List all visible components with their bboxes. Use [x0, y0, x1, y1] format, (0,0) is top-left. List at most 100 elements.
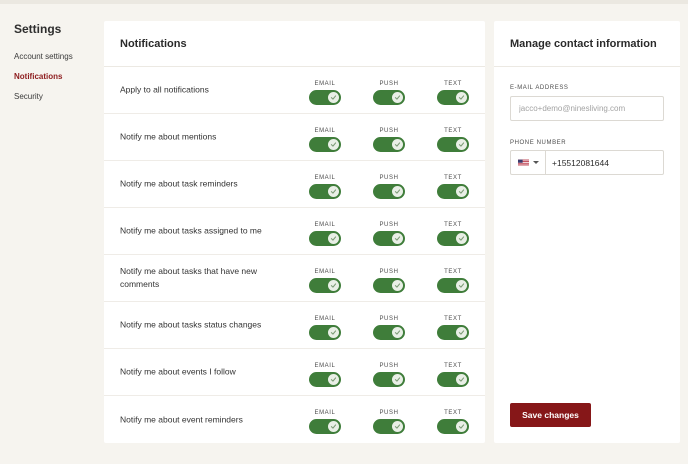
text-column-label: TEXT	[444, 410, 462, 416]
phone-field-label: PHONE NUMBER	[510, 140, 567, 146]
push-toggle-group: PUSH	[372, 315, 406, 340]
email-column-label: EMAIL	[314, 316, 336, 322]
check-icon	[456, 139, 467, 150]
check-icon	[456, 421, 467, 432]
email-column-label: EMAIL	[314, 410, 336, 416]
us-flag-icon	[517, 159, 529, 166]
save-changes-button[interactable]: Save changes	[510, 403, 591, 427]
text-column-label: TEXT	[444, 316, 462, 322]
text-toggle-group: TEXT	[436, 409, 470, 434]
check-icon	[392, 186, 403, 197]
email-column-label: EMAIL	[314, 222, 336, 228]
email-toggle[interactable]	[309, 231, 341, 246]
check-icon	[328, 233, 339, 244]
notification-row: Notify me about events I follow EMAIL PUSH…	[104, 349, 485, 396]
sidebar-title: Settings	[14, 22, 62, 36]
notification-row-label: Notify me about event reminders	[120, 414, 243, 424]
check-icon	[456, 92, 467, 103]
contact-panel: Manage contact information E-MAIL ADDRES…	[494, 21, 680, 443]
text-column-label: TEXT	[444, 222, 462, 228]
push-toggle-group: PUSH	[372, 174, 406, 199]
check-icon	[456, 374, 467, 385]
check-icon	[392, 92, 403, 103]
push-toggle-group: PUSH	[372, 362, 406, 387]
email-column-label: EMAIL	[314, 128, 336, 134]
push-toggle[interactable]	[373, 419, 405, 434]
email-toggle[interactable]	[309, 137, 341, 152]
phone-input[interactable]	[546, 151, 663, 174]
text-toggle-group: TEXT	[436, 315, 470, 340]
text-toggle-group: TEXT	[436, 174, 470, 199]
push-column-label: PUSH	[379, 269, 399, 275]
email-column-label: EMAIL	[314, 81, 336, 87]
push-toggle[interactable]	[373, 90, 405, 105]
text-column-label: TEXT	[444, 128, 462, 134]
check-icon	[328, 186, 339, 197]
notification-row-label: Notify me about mentions	[120, 131, 217, 142]
notification-row-label: Notify me about tasks status changes	[120, 319, 262, 330]
text-column-label: TEXT	[444, 269, 462, 275]
text-toggle[interactable]	[437, 137, 469, 152]
check-icon	[328, 327, 339, 338]
check-icon	[456, 280, 467, 291]
text-toggle[interactable]	[437, 90, 469, 105]
email-toggle-group: EMAIL	[308, 174, 342, 199]
check-icon	[392, 233, 403, 244]
text-toggle[interactable]	[437, 325, 469, 340]
sidebar-item-account-settings[interactable]: Account settings	[14, 50, 98, 70]
email-field[interactable]	[510, 96, 664, 121]
notification-row: Apply to all notifications EMAIL PUSH TEXT	[104, 67, 485, 114]
push-column-label: PUSH	[379, 175, 399, 181]
email-toggle[interactable]	[309, 372, 341, 387]
email-toggle[interactable]	[309, 90, 341, 105]
notification-row: Notify me about mentions EMAIL PUSH TEXT	[104, 114, 485, 161]
notification-row-label: Notify me about tasks assigned to me	[120, 225, 262, 236]
email-toggle-group: EMAIL	[308, 127, 342, 152]
top-strip	[0, 0, 688, 4]
push-toggle[interactable]	[373, 184, 405, 199]
text-toggle[interactable]	[437, 372, 469, 387]
push-toggle[interactable]	[373, 231, 405, 246]
text-toggle-group: TEXT	[436, 221, 470, 246]
text-toggle[interactable]	[437, 184, 469, 199]
check-icon	[456, 186, 467, 197]
notifications-panel: Notifications Apply to all notifications…	[104, 21, 485, 443]
push-toggle[interactable]	[373, 325, 405, 340]
push-toggle-group: PUSH	[372, 409, 406, 434]
notification-row: Notify me about tasks status changes EMAI…	[104, 302, 485, 349]
text-toggle[interactable]	[437, 278, 469, 293]
push-column-label: PUSH	[379, 222, 399, 228]
email-toggle[interactable]	[309, 184, 341, 199]
email-toggle-group: EMAIL	[308, 409, 342, 434]
text-toggle[interactable]	[437, 231, 469, 246]
push-toggle[interactable]	[373, 278, 405, 293]
check-icon	[392, 139, 403, 150]
sidebar-item-security[interactable]: Security	[14, 90, 98, 110]
check-icon	[392, 421, 403, 432]
email-toggle[interactable]	[309, 325, 341, 340]
push-toggle-group: PUSH	[372, 80, 406, 105]
email-toggle[interactable]	[309, 278, 341, 293]
contact-title: Manage contact information	[510, 37, 657, 50]
push-toggle-group: PUSH	[372, 127, 406, 152]
text-toggle-group: TEXT	[436, 268, 470, 293]
email-toggle[interactable]	[309, 419, 341, 434]
text-column-label: TEXT	[444, 363, 462, 369]
settings-sidebar: Settings Account settings Notifications …	[14, 22, 98, 110]
email-toggle-group: EMAIL	[308, 80, 342, 105]
check-icon	[392, 280, 403, 291]
push-toggle[interactable]	[373, 372, 405, 387]
contact-header: Manage contact information	[494, 21, 680, 67]
sidebar-item-notifications[interactable]: Notifications	[14, 70, 98, 90]
check-icon	[328, 92, 339, 103]
push-toggle[interactable]	[373, 137, 405, 152]
check-icon	[328, 374, 339, 385]
check-icon	[328, 280, 339, 291]
check-icon	[456, 233, 467, 244]
text-column-label: TEXT	[444, 175, 462, 181]
text-toggle[interactable]	[437, 419, 469, 434]
country-selector[interactable]	[511, 151, 546, 174]
email-column-label: EMAIL	[314, 175, 336, 181]
notification-row: Notify me about event reminders EMAIL PUSH…	[104, 396, 485, 443]
check-icon	[328, 139, 339, 150]
